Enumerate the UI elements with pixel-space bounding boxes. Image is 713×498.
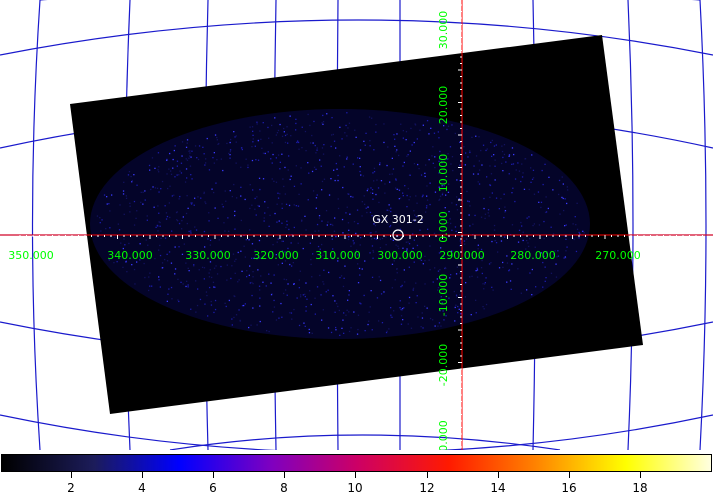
- colorbar: 2 4 6 8 10 12 14 16 18: [0, 452, 713, 498]
- exposure-image: [70, 35, 643, 414]
- source-label: GX 301-2: [372, 213, 424, 226]
- glon-label-310: 310.000: [315, 249, 361, 262]
- colorbar-gradient: [1, 454, 712, 472]
- colorbar-tick-16: 16: [561, 481, 577, 495]
- glon-label-350: 350.000: [8, 249, 54, 262]
- glon-label-280: 280.000: [510, 249, 556, 262]
- photon-cloud: [90, 109, 590, 339]
- glat-label-0: 0.000: [437, 211, 450, 243]
- colorbar-tick-4: 4: [138, 481, 146, 495]
- glon-label-300: 300.000: [377, 249, 423, 262]
- glat-label-10: 10.000: [437, 154, 450, 193]
- glon-label-290: 290.000: [439, 249, 485, 262]
- glat-label-minus20: -20.000: [437, 344, 450, 386]
- colorbar-tick-2: 2: [67, 481, 75, 495]
- colorbar-tick-10: 10: [347, 481, 363, 495]
- glat-label-bottom: 0.000: [437, 420, 450, 450]
- glon-label-270: 270.000: [595, 249, 641, 262]
- glon-label-330: 330.000: [185, 249, 231, 262]
- glon-label-340: 340.000: [107, 249, 153, 262]
- colorbar-tick-12: 12: [419, 481, 435, 495]
- colorbar-tick-14: 14: [490, 481, 506, 495]
- colorbar-tick-6: 6: [209, 481, 217, 495]
- colorbar-tick-8: 8: [280, 481, 288, 495]
- glat-label-20: 20.000: [437, 86, 450, 125]
- sky-map[interactable]: GX 301-2 350.000 340.000 330.000 320.000…: [0, 0, 713, 450]
- glon-label-320: 320.000: [253, 249, 299, 262]
- glat-label-minus10: -10.000: [437, 274, 450, 316]
- glat-label-30: 30.000: [437, 11, 450, 50]
- colorbar-tick-18: 18: [632, 481, 648, 495]
